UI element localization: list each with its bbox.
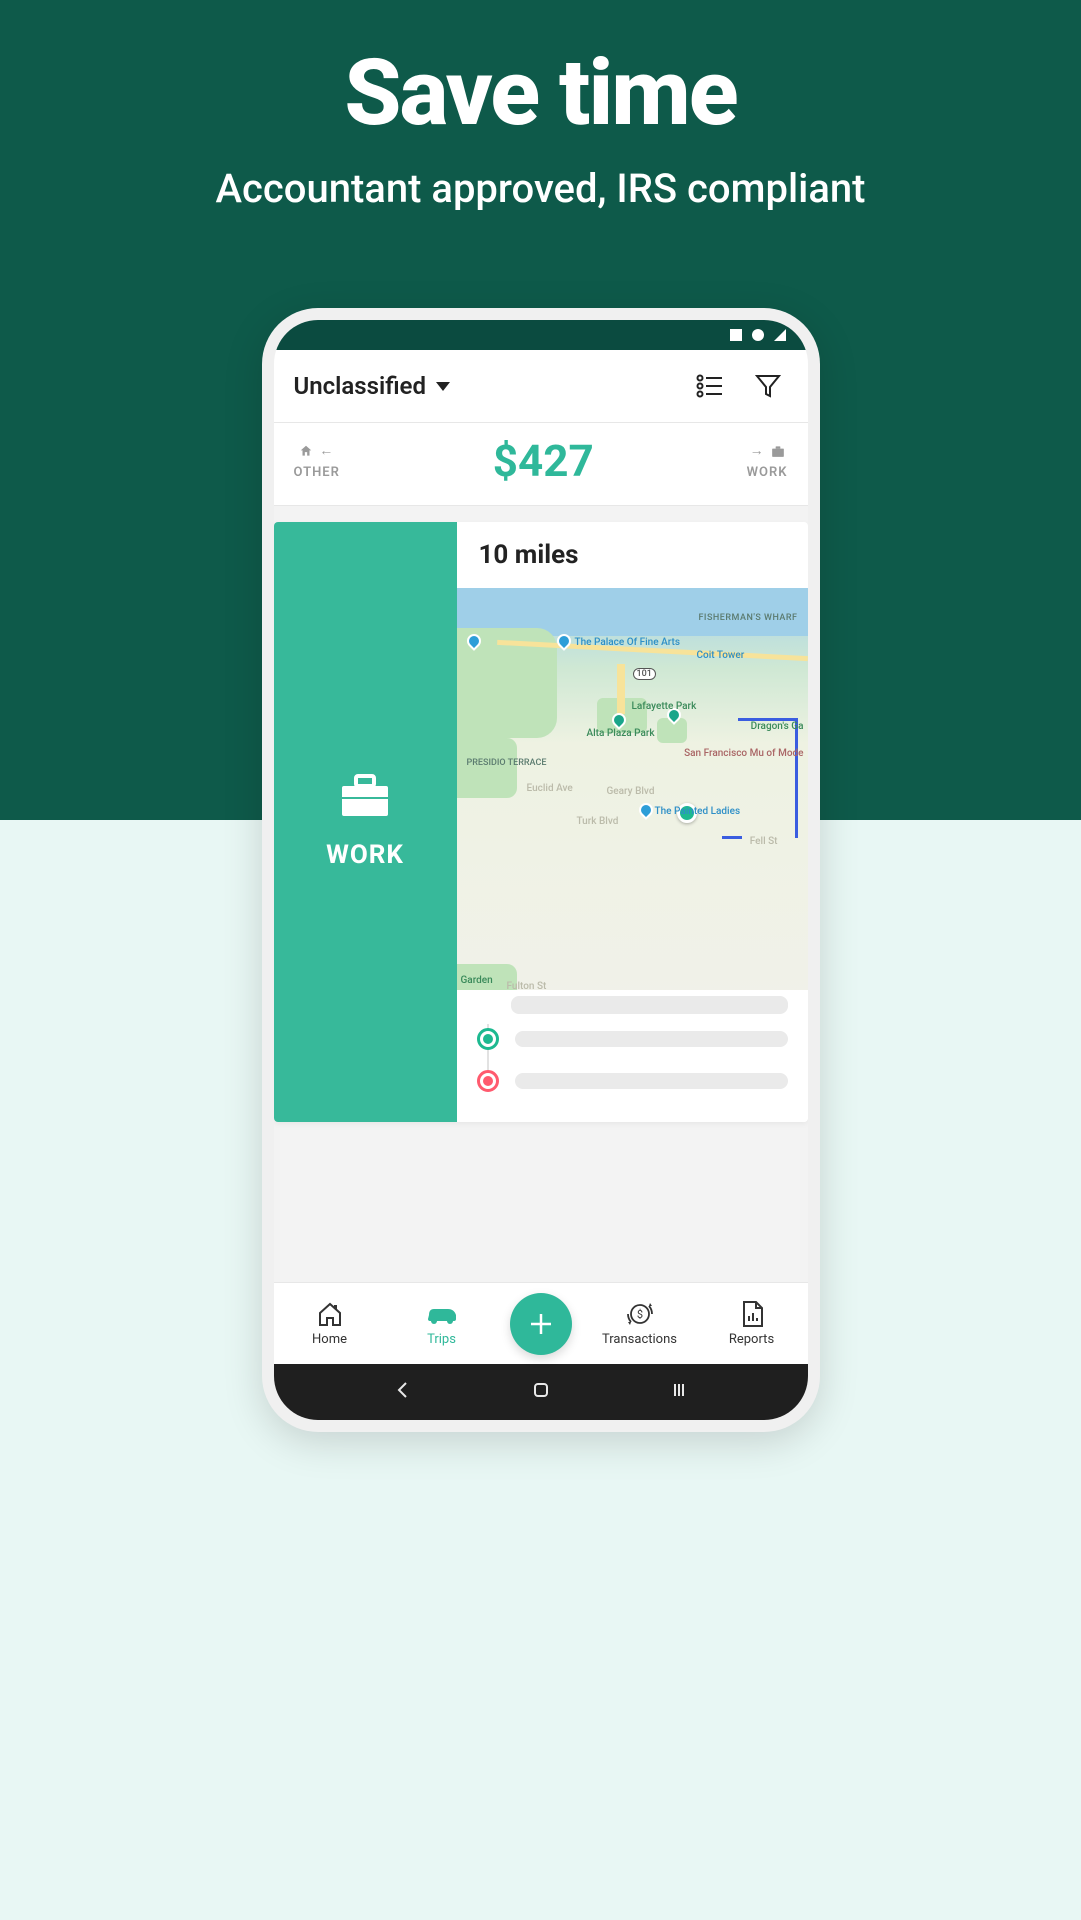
- map-poi-label: The Painted Ladies: [655, 806, 741, 817]
- trip-end-row[interactable]: [477, 1060, 788, 1102]
- nav-home[interactable]: Home: [286, 1300, 374, 1347]
- nav-transactions[interactable]: $ Transactions: [596, 1300, 684, 1347]
- android-recent-button[interactable]: [670, 1381, 688, 1403]
- trip-map[interactable]: FISHERMAN'S WHARF The Palace Of Fine Art…: [457, 588, 808, 1034]
- home-icon: [316, 1301, 344, 1327]
- map-street-label: Geary Blvd: [607, 786, 655, 797]
- trip-distance: 10 miles: [457, 522, 808, 588]
- start-point-icon: [477, 1028, 499, 1050]
- summary-amount: $427: [340, 435, 747, 487]
- list-options-button[interactable]: [690, 366, 730, 406]
- android-nav-bar: [274, 1364, 808, 1420]
- end-point-icon: [477, 1070, 499, 1092]
- svg-text:$: $: [636, 1308, 642, 1321]
- trip-category-side[interactable]: WORK: [274, 522, 457, 1122]
- back-icon: [394, 1381, 412, 1399]
- list-options-icon: [696, 374, 724, 398]
- nav-trips-label: Trips: [427, 1332, 456, 1347]
- map-marker-icon: [636, 800, 656, 820]
- map-poi-label: Lafayette Park: [632, 701, 697, 712]
- square-icon: [532, 1381, 550, 1399]
- nav-transactions-label: Transactions: [602, 1332, 677, 1347]
- menu-icon: [670, 1381, 688, 1399]
- transactions-icon: $: [625, 1300, 655, 1328]
- hero: Save time Accountant approved, IRS compl…: [0, 40, 1081, 212]
- android-back-button[interactable]: [394, 1381, 412, 1403]
- phone-screen: Unclassified: [274, 320, 808, 1420]
- briefcase-icon: [771, 445, 785, 457]
- map-area-label: FISHERMAN'S WHARF: [698, 613, 797, 623]
- toolbar: Unclassified: [274, 350, 808, 423]
- add-button[interactable]: [510, 1293, 572, 1355]
- arrow-right-icon: →: [750, 442, 765, 459]
- trip-card[interactable]: WORK 10 miles: [274, 522, 808, 1122]
- map-street-label: Turk Blvd: [577, 816, 619, 827]
- map-area-label: San Francisco Mu of Mode: [684, 748, 803, 759]
- status-icon: [730, 329, 742, 341]
- nav-reports[interactable]: Reports: [708, 1300, 796, 1347]
- trip-list[interactable]: WORK 10 miles: [274, 506, 808, 1282]
- filter-button[interactable]: [748, 366, 788, 406]
- briefcase-icon: [340, 774, 390, 818]
- android-home-button[interactable]: [532, 1381, 550, 1403]
- map-area-label: Garden: [461, 975, 493, 986]
- trip-start-row[interactable]: [477, 1018, 788, 1060]
- plus-icon: [527, 1310, 555, 1338]
- summary-other-label: OTHER: [294, 465, 340, 480]
- placeholder-line: [515, 1031, 788, 1047]
- placeholder-line: [515, 1073, 788, 1089]
- phone-frame: Unclassified: [262, 308, 820, 1432]
- trip-main: 10 miles: [457, 522, 808, 1122]
- trip-endpoints: [457, 990, 808, 1122]
- summary-other[interactable]: ← OTHER: [294, 442, 340, 480]
- car-icon: [424, 1303, 460, 1325]
- map-poi-label: Alta Plaza Park: [587, 728, 655, 739]
- map-street-label: Euclid Ave: [527, 783, 573, 794]
- map-poi-label: Coit Tower: [697, 650, 745, 661]
- home-icon: [299, 444, 313, 458]
- filter-dropdown[interactable]: Unclassified: [294, 372, 450, 400]
- nav-trips[interactable]: Trips: [398, 1300, 486, 1347]
- nav-reports-label: Reports: [729, 1332, 774, 1347]
- summary-bar: ← OTHER $427 → WORK: [274, 423, 808, 506]
- chevron-down-icon: [436, 382, 450, 391]
- map-poi-label: The Palace Of Fine Arts: [575, 637, 680, 648]
- map-area-label: Dragon's Ga: [751, 721, 804, 732]
- summary-work-label: WORK: [747, 465, 788, 480]
- hero-title: Save time: [0, 40, 1081, 147]
- map-street-label: Fell St: [750, 836, 778, 847]
- status-icon: [752, 329, 764, 341]
- map-hwy-shield: 101: [633, 668, 656, 680]
- status-signal-icon: [774, 329, 786, 341]
- arrow-left-icon: ←: [319, 442, 334, 459]
- map-area-label: PRESIDIO TERRACE: [467, 758, 547, 768]
- android-status-bar: [274, 320, 808, 350]
- hero-subtitle: Accountant approved, IRS compliant: [0, 165, 1081, 212]
- placeholder-line: [511, 996, 788, 1014]
- trip-category-label: WORK: [326, 840, 404, 870]
- reports-icon: [740, 1300, 764, 1328]
- bottom-nav: Home Trips: [274, 1282, 808, 1364]
- nav-home-label: Home: [312, 1332, 347, 1347]
- dropdown-label: Unclassified: [294, 372, 426, 400]
- funnel-icon: [755, 373, 781, 399]
- summary-work[interactable]: → WORK: [747, 442, 788, 480]
